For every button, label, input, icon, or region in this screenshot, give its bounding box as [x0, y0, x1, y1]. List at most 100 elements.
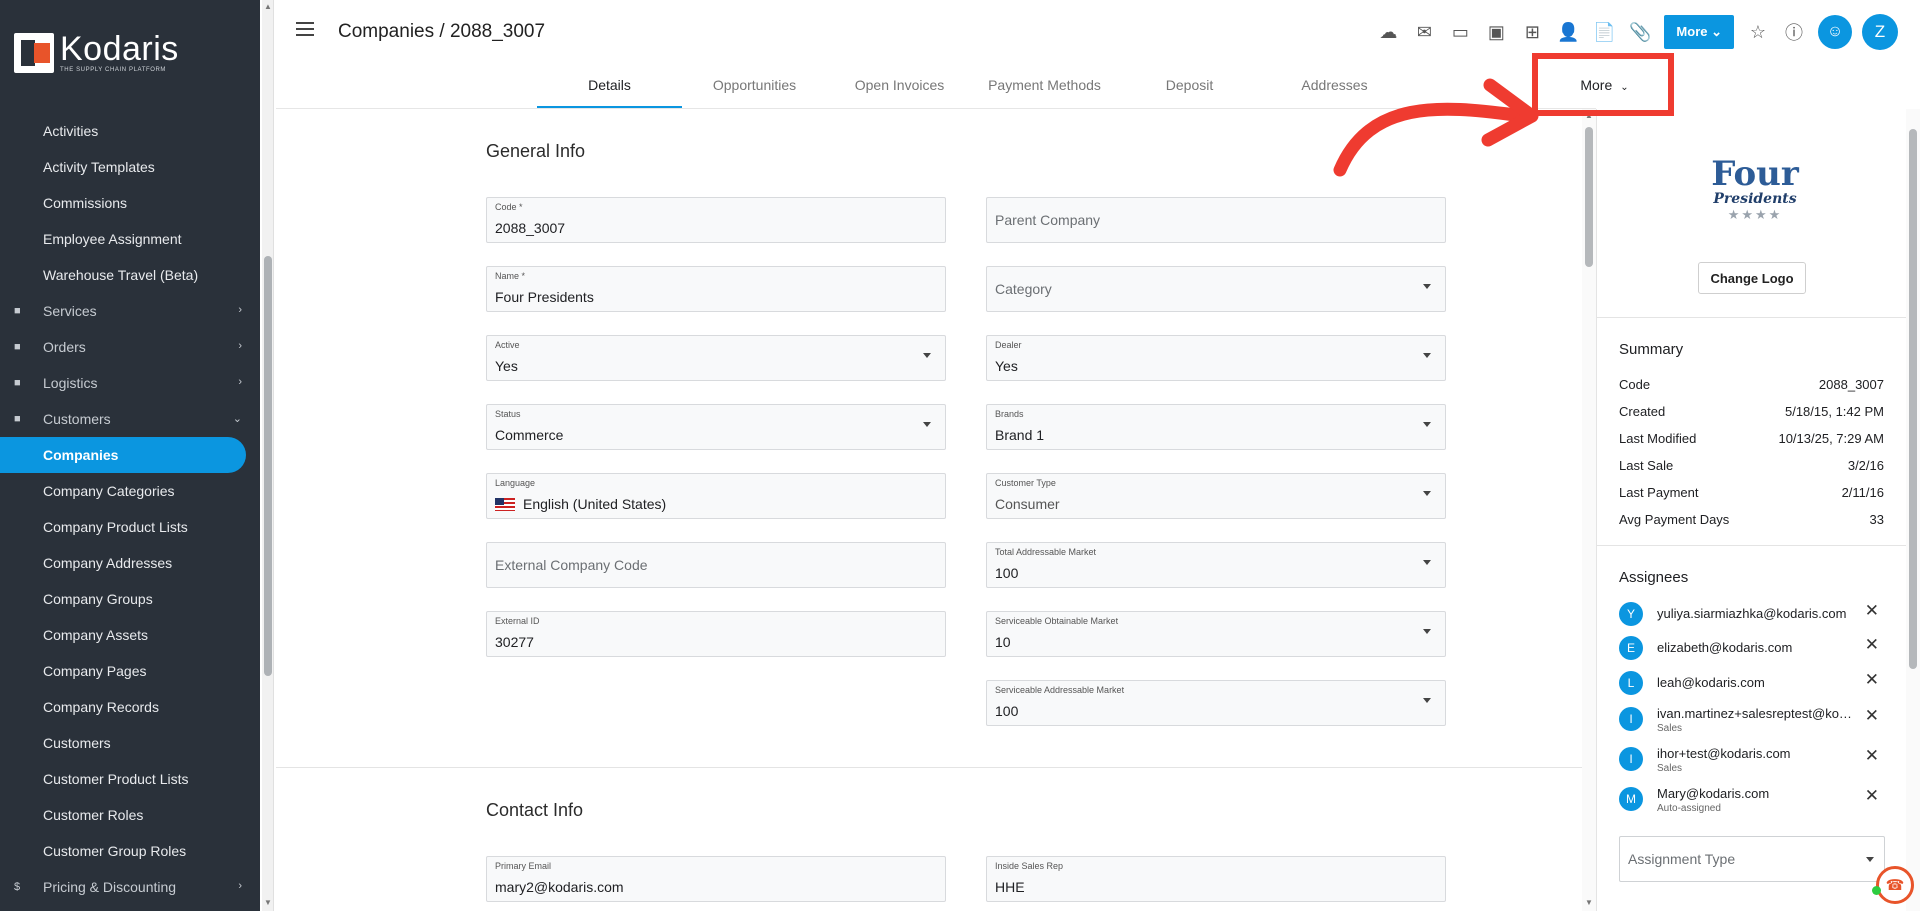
language-text: English (United States): [523, 496, 667, 512]
right-panel-scroll-thumb[interactable]: [1909, 129, 1917, 669]
user-avatar[interactable]: Z: [1862, 14, 1898, 50]
payment-card-icon[interactable]: ▭: [1442, 22, 1478, 43]
remove-assignee-close-icon[interactable]: ✕: [1865, 786, 1879, 806]
assignee-email: elizabeth@kodaris.com: [1657, 640, 1793, 655]
right-panel-scrollbar[interactable]: [1906, 109, 1920, 911]
sidebar-item[interactable]: ■ Orders ›: [0, 329, 260, 365]
main-scroll-thumb[interactable]: [1585, 127, 1593, 267]
sidebar-item[interactable]: Company Records: [0, 689, 260, 725]
remove-assignee-close-icon[interactable]: ✕: [1865, 746, 1879, 766]
external-id-field[interactable]: External ID 30277: [486, 611, 946, 657]
sidebar-item[interactable]: Employee Assignment: [0, 221, 260, 257]
mail-icon[interactable]: ✉: [1406, 22, 1442, 43]
external-company-code-field[interactable]: External Company Code: [486, 542, 946, 588]
star-icon[interactable]: ☆: [1740, 22, 1776, 43]
sidebar-item-label: Warehouse Travel (Beta): [43, 267, 199, 283]
sidebar-item[interactable]: Company Assets: [0, 617, 260, 653]
sidebar-item[interactable]: Companies: [0, 437, 246, 473]
remove-assignee-close-icon[interactable]: ✕: [1865, 635, 1879, 655]
remove-assignee-close-icon[interactable]: ✕: [1865, 670, 1879, 690]
brand-tagline: THE SUPPLY CHAIN PLATFORM: [60, 67, 167, 73]
sidebar-item-label: Services: [43, 303, 97, 319]
sidebar-item-label: Employee Assignment: [43, 231, 182, 247]
name-field[interactable]: Name * Four Presidents: [486, 266, 946, 312]
scroll-down-arrow-icon[interactable]: ▼: [1585, 898, 1593, 907]
sidebar-item[interactable]: Company Groups: [0, 581, 260, 617]
tab-item[interactable]: Deposit: [1117, 70, 1262, 108]
sidebar-item[interactable]: Company Addresses: [0, 545, 260, 581]
sidebar-item[interactable]: Customer Group Roles: [0, 833, 260, 869]
add-document-icon[interactable]: 📄: [1586, 22, 1622, 43]
general-info-title: General Info: [486, 141, 586, 161]
gears-icon: ■: [14, 305, 21, 317]
parent-company-field[interactable]: Parent Company: [986, 197, 1446, 243]
sidebar-item[interactable]: Commissions: [0, 185, 260, 221]
summary-row: Code 2088_3007: [1619, 377, 1884, 392]
company-logo-stars: ★★★★: [1727, 207, 1783, 222]
summary-title: Summary: [1619, 341, 1684, 358]
cloud-upload-icon[interactable]: ☁: [1370, 22, 1406, 43]
change-logo-button[interactable]: Change Logo: [1698, 262, 1806, 294]
serviceable-addressable-market-select[interactable]: Serviceable Addressable Market 100: [986, 680, 1446, 726]
status-select[interactable]: Status Commerce: [486, 404, 946, 450]
sidebar-scrollbar[interactable]: ▲ ▼: [262, 0, 274, 911]
scroll-up-arrow-icon[interactable]: ▲: [264, 2, 272, 11]
sidebar-item[interactable]: Company Product Lists: [0, 509, 260, 545]
brands-select[interactable]: Brands Brand 1: [986, 404, 1446, 450]
tab-item[interactable]: Details: [537, 70, 682, 108]
sidebar-item[interactable]: Customer Roles: [0, 797, 260, 833]
remove-assignee-close-icon[interactable]: ✕: [1865, 601, 1879, 621]
summary-label: Last Payment: [1619, 485, 1699, 500]
sidebar-item[interactable]: ■ Services ›: [0, 293, 260, 329]
main-scrollbar[interactable]: ▲ ▼: [1582, 109, 1596, 911]
inside-sales-rep-field[interactable]: Inside Sales Rep HHE: [986, 856, 1446, 902]
code-field[interactable]: Code * 2088_3007: [486, 197, 946, 243]
tab-item[interactable]: Open Invoices: [827, 70, 972, 108]
inside-sales-rep-label: Inside Sales Rep: [995, 861, 1064, 871]
sidebar-scroll-thumb[interactable]: [264, 256, 272, 676]
assignee-role: Sales: [1657, 723, 1683, 734]
hamburger-menu-icon[interactable]: [296, 22, 314, 36]
dropdown-arrow-icon: [1423, 284, 1431, 289]
gift-card-icon[interactable]: ▣: [1478, 22, 1514, 43]
sidebar-item[interactable]: Company Categories: [0, 473, 260, 509]
sidebar-item[interactable]: Customers: [0, 725, 260, 761]
sidebar-item[interactable]: Customer Product Lists: [0, 761, 260, 797]
tab-bar: Details Opportunities Open Invoices Payment…: [537, 70, 1407, 108]
summary-label: Avg Payment Days: [1619, 512, 1730, 527]
sidebar-item[interactable]: ■ Logistics ›: [0, 365, 260, 401]
chat-support-icon[interactable]: ☎: [1876, 866, 1914, 904]
kodaris-logo[interactable]: Kodaris THE SUPPLY CHAIN PLATFORM: [14, 32, 179, 73]
attachment-icon[interactable]: 📎: [1622, 22, 1658, 43]
sidebar-item-label: Company Groups: [43, 591, 153, 607]
active-select[interactable]: Active Yes: [486, 335, 946, 381]
assignment-type-select[interactable]: Assignment Type: [1619, 836, 1885, 882]
tab-item[interactable]: Opportunities: [682, 70, 827, 108]
primary-email-field[interactable]: Primary Email mary2@kodaris.com: [486, 856, 946, 902]
serviceable-obtainable-market-select[interactable]: Serviceable Obtainable Market 10: [986, 611, 1446, 657]
scroll-down-arrow-icon[interactable]: ▼: [264, 898, 272, 907]
more-button[interactable]: More ⌄: [1664, 15, 1734, 49]
help-icon[interactable]: ⓘ: [1776, 19, 1812, 45]
language-select[interactable]: Language English (United States): [486, 473, 946, 519]
assistant-bot-icon[interactable]: ☺: [1818, 15, 1852, 49]
sidebar-item[interactable]: Activities: [0, 113, 260, 149]
add-person-icon[interactable]: 👤: [1550, 22, 1586, 43]
dropdown-arrow-icon: [1423, 491, 1431, 496]
remove-assignee-close-icon[interactable]: ✕: [1865, 706, 1879, 726]
total-addressable-market-select[interactable]: Total Addressable Market 100: [986, 542, 1446, 588]
summary-value: 5/18/15, 1:42 PM: [1784, 404, 1884, 419]
sidebar-item[interactable]: ■ Customers ⌄: [0, 401, 260, 437]
tab-item[interactable]: Payment Methods: [972, 70, 1117, 108]
category-select[interactable]: Category: [986, 266, 1446, 312]
sidebar-item[interactable]: Warehouse Travel (Beta): [0, 257, 260, 293]
sidebar-item-label: Commissions: [43, 195, 128, 211]
active-label: Active: [495, 340, 520, 350]
sidebar-item[interactable]: Activity Templates: [0, 149, 260, 185]
dealer-select[interactable]: Dealer Yes: [986, 335, 1446, 381]
customer-type-select[interactable]: Customer Type Consumer: [986, 473, 1446, 519]
sidebar-item[interactable]: Company Pages: [0, 653, 260, 689]
add-to-screen-icon[interactable]: ⊞: [1514, 22, 1550, 43]
primary-email-label: Primary Email: [495, 861, 552, 871]
sidebar-item[interactable]: $ Pricing & Discounting ›: [0, 869, 260, 905]
